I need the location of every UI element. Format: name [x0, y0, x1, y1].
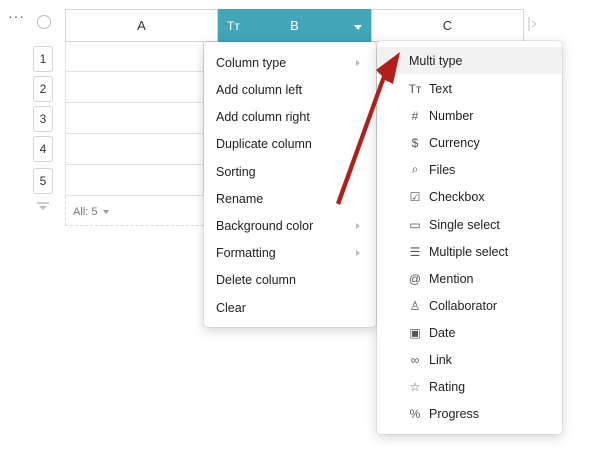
row-number-1[interactable]: 1 — [33, 46, 53, 72]
column-type-submenu: Multi type Tт Text # Number $ Currency ⌕… — [377, 41, 562, 434]
checkbox-icon: ☑ — [409, 189, 421, 204]
menu-item-label: Duplicate column — [216, 136, 312, 151]
menu-item-label: Add column left — [216, 82, 303, 97]
menu-item-label: Link — [429, 352, 452, 367]
column-label: C — [442, 18, 453, 33]
menu-item-label: Checkbox — [429, 189, 485, 204]
type-option-currency[interactable]: $ Currency — [377, 129, 562, 156]
row-number-2[interactable]: 2 — [33, 76, 53, 102]
type-option-rating[interactable]: ☆ Rating — [377, 373, 562, 400]
type-option-single-select[interactable]: ▭ Single select — [377, 211, 562, 238]
type-option-multi-type[interactable]: Multi type — [377, 47, 562, 74]
column-label: B — [290, 18, 299, 33]
column-header-b[interactable]: Tт B — [218, 9, 371, 42]
menu-item-label: Rename — [216, 191, 264, 206]
menu-item-formatting[interactable]: Formatting — [204, 239, 376, 266]
menu-item-add-column-left[interactable]: Add column left — [204, 76, 376, 103]
dollar-icon: $ — [411, 135, 419, 150]
row-count-label[interactable]: All: 5 — [73, 206, 97, 218]
text-type-icon: Tт — [227, 19, 240, 33]
menu-item-label: Text — [429, 81, 452, 96]
menu-item-label: Clear — [216, 300, 246, 315]
row-number-5[interactable]: 5 — [33, 168, 53, 194]
type-option-progress[interactable]: % Progress — [377, 400, 562, 427]
menu-item-label: Background color — [216, 218, 314, 233]
type-option-link[interactable]: ∞ Link — [377, 346, 562, 373]
multiple-select-icon: ☰ — [409, 244, 421, 259]
menu-item-label: Formatting — [216, 245, 276, 260]
type-option-date[interactable]: ▣ Date — [377, 319, 562, 346]
menu-item-label: Column type — [216, 55, 287, 70]
at-icon: @ — [408, 271, 422, 286]
single-select-icon: ▭ — [409, 217, 421, 232]
menu-item-label: Sorting — [216, 164, 256, 179]
chevron-right-icon — [356, 59, 360, 66]
menu-item-label: Date — [429, 325, 456, 340]
type-option-number[interactable]: # Number — [377, 102, 562, 129]
column-label: A — [137, 18, 146, 33]
menu-item-label: Rating — [429, 379, 466, 394]
cell-a3[interactable] — [65, 103, 204, 134]
menu-item-label: Collaborator — [429, 298, 498, 313]
chevron-down-icon[interactable] — [103, 210, 109, 214]
percent-icon: % — [409, 406, 421, 421]
hash-icon: # — [411, 108, 419, 123]
type-option-checkbox[interactable]: ☑ Checkbox — [377, 183, 562, 210]
star-icon: ☆ — [409, 379, 421, 394]
row-number-3[interactable]: 3 — [33, 106, 53, 132]
menu-item-label: Files — [429, 162, 456, 177]
more-options-button[interactable]: ··· — [8, 8, 25, 24]
calendar-icon: ▣ — [409, 325, 421, 340]
column-header-c[interactable]: C — [371, 9, 524, 42]
menu-item-add-column-right[interactable]: Add column right — [204, 103, 376, 130]
type-option-collaborator[interactable]: ♙ Collaborator — [377, 292, 562, 319]
menu-item-rename[interactable]: Rename — [204, 185, 376, 212]
type-option-text[interactable]: Tт Text — [377, 75, 562, 102]
menu-item-clear[interactable]: Clear — [204, 294, 376, 321]
menu-item-label: Number — [429, 108, 474, 123]
menu-item-sorting[interactable]: Sorting — [204, 158, 376, 185]
add-column-icon[interactable] — [527, 11, 539, 37]
type-option-files[interactable]: ⌕ Files — [377, 156, 562, 183]
column-header-a[interactable]: A — [65, 9, 218, 42]
chevron-right-icon — [356, 222, 360, 229]
cell-a1[interactable] — [65, 42, 204, 72]
menu-item-label: Progress — [429, 406, 480, 421]
cell-a5[interactable] — [65, 165, 204, 196]
menu-item-delete-column[interactable]: Delete column — [204, 266, 376, 293]
chevron-right-icon — [356, 249, 360, 256]
type-option-multiple-select[interactable]: ☰ Multiple select — [377, 238, 562, 265]
row-number-4[interactable]: 4 — [33, 136, 53, 162]
menu-item-duplicate-column[interactable]: Duplicate column — [204, 130, 376, 157]
link-icon: ∞ — [410, 352, 420, 367]
menu-item-column-type[interactable]: Column type — [204, 49, 376, 76]
collapse-icon[interactable] — [36, 202, 50, 212]
menu-item-label: Multi type — [409, 53, 463, 68]
menu-item-label: Mention — [429, 271, 474, 286]
select-all-checkbox[interactable] — [37, 15, 51, 29]
cell-a4[interactable] — [65, 134, 204, 165]
menu-item-background-color[interactable]: Background color — [204, 212, 376, 239]
column-context-menu: Column type Add column left Add column r… — [204, 42, 376, 327]
menu-item-label: Add column right — [216, 109, 310, 124]
menu-item-label: Currency — [429, 135, 480, 150]
text-icon: Tт — [408, 81, 422, 96]
menu-item-label: Single select — [429, 217, 500, 232]
chevron-down-icon[interactable] — [354, 25, 362, 30]
menu-item-label: Delete column — [216, 272, 296, 287]
paperclip-icon: ⌕ — [411, 162, 419, 176]
person-icon: ♙ — [409, 298, 421, 313]
cell-a2[interactable] — [65, 72, 204, 103]
menu-item-label: Multiple select — [429, 244, 509, 259]
type-option-mention[interactable]: @ Mention — [377, 265, 562, 292]
